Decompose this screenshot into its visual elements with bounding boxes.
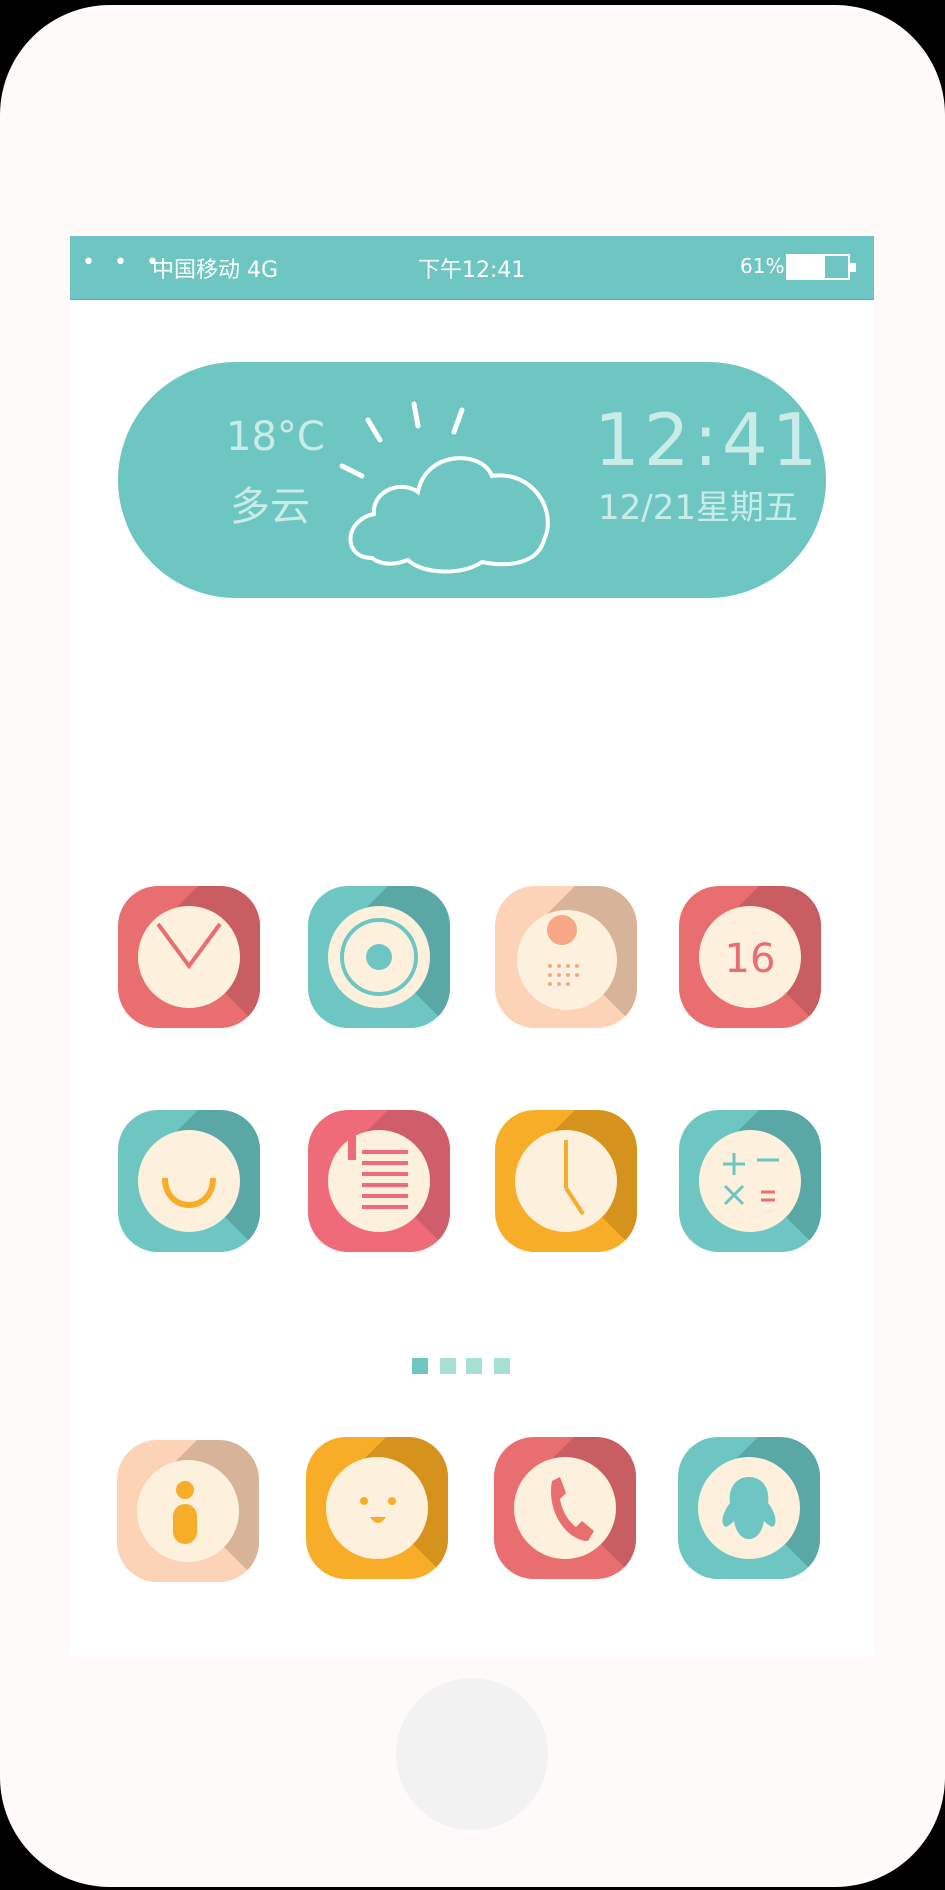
- penguin-icon: [722, 1477, 776, 1539]
- page-dot-2[interactable]: [440, 1358, 456, 1374]
- calendar-icon: 16: [725, 936, 776, 982]
- weather-condition: 多云: [230, 484, 310, 530]
- calculator-icon: [723, 1153, 779, 1206]
- weather-temperature: 18°C: [226, 414, 325, 460]
- phone-icon: [550, 1477, 594, 1541]
- app-mail[interactable]: [118, 886, 260, 1028]
- cloud-sun-icon: [339, 401, 550, 574]
- app-face[interactable]: [306, 1437, 448, 1579]
- page-dot-1[interactable]: [412, 1358, 428, 1374]
- app-calculator[interactable]: [679, 1110, 821, 1252]
- info-icon: [173, 1481, 197, 1544]
- lens-icon: [340, 918, 418, 996]
- app-contacts[interactable]: [118, 1110, 260, 1252]
- widget-clock: 12:41: [594, 398, 822, 482]
- calendar-day: 16: [725, 936, 776, 982]
- app-qq[interactable]: [678, 1437, 820, 1579]
- weather-widget[interactable]: 18°C 多云 12:41 12/21星期五: [118, 362, 826, 598]
- home-button[interactable]: [396, 1678, 548, 1830]
- battery-icon: [786, 254, 856, 280]
- app-phone[interactable]: [494, 1437, 636, 1579]
- widget-date: 12/21星期五: [598, 488, 798, 528]
- dots-icon: [547, 915, 579, 986]
- app-notes[interactable]: [308, 1110, 450, 1252]
- notes-icon: [348, 1136, 408, 1209]
- app-dots[interactable]: [495, 886, 637, 1028]
- app-calendar[interactable]: 16: [679, 886, 821, 1028]
- envelope-icon: [156, 922, 222, 970]
- app-info[interactable]: [117, 1440, 259, 1582]
- app-camera[interactable]: [308, 886, 450, 1028]
- page-dot-3[interactable]: [466, 1358, 482, 1374]
- status-time: 下午12:41: [418, 258, 526, 283]
- smile-arc-icon: [162, 1177, 216, 1208]
- status-bar: • • • 中国移动 4G 下午12:41 61%: [70, 236, 874, 300]
- clock-icon: [564, 1140, 585, 1216]
- page-dot-4[interactable]: [494, 1358, 510, 1374]
- carrier-label: 中国移动 4G: [152, 258, 279, 283]
- face-icon: [360, 1497, 396, 1523]
- app-clock[interactable]: [495, 1110, 637, 1252]
- battery-percent: 61%: [740, 254, 785, 278]
